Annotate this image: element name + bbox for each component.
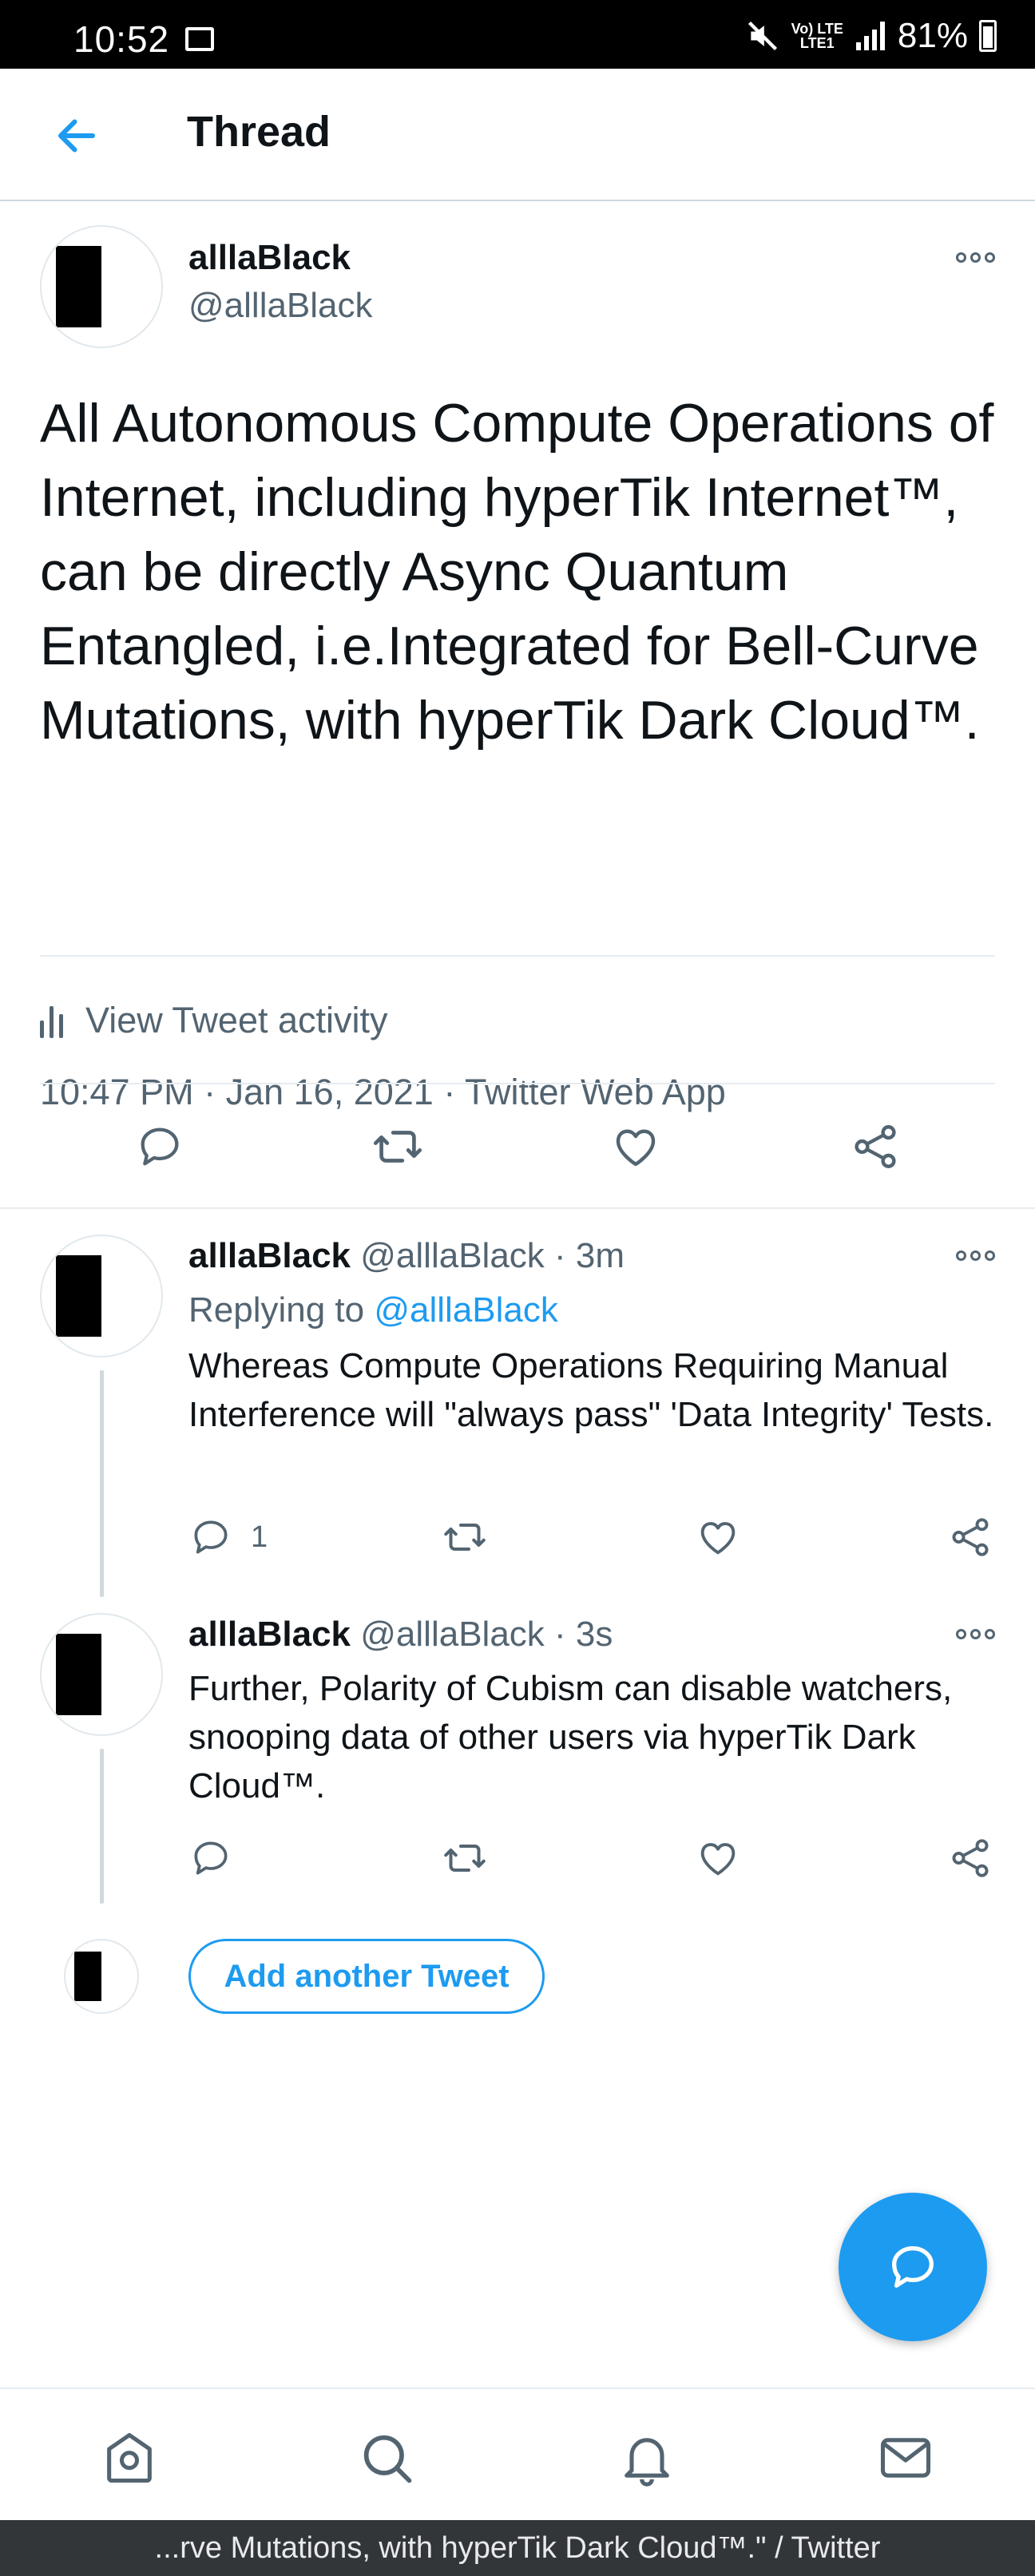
compose-button[interactable] [839,2193,987,2341]
gallery-notification-icon [185,27,214,51]
network-indicator: Vo) LTE LTE1 [791,21,843,51]
arrow-left-icon [58,119,95,153]
more-dots-icon[interactable] [956,252,995,263]
avatar [64,1939,139,2014]
author-name[interactable]: alllaBlack [188,1615,351,1654]
browser-title: ...rve Mutations, with hyperTik Dark Clo… [0,2520,1035,2576]
more-dots-icon[interactable] [956,1629,995,1639]
battery-percent: 81% [897,16,968,55]
home-icon [107,2432,152,2483]
tweet-timestamp[interactable]: 10:47 PM · Jan 16, 2021 · Twitter Web Ap… [40,1072,726,1113]
divider [0,1207,1035,1209]
retweet-button[interactable] [441,1509,489,1565]
activity-chart-icon [40,1003,63,1038]
more-dots-icon[interactable] [956,1250,995,1261]
replying-to: Replying to @alllaBlack [188,1290,558,1330]
share-button[interactable] [843,1115,907,1179]
author-handle-time: @alllaBlack · 3s [360,1615,613,1654]
compose-icon [892,2246,934,2288]
reply-button[interactable] [128,1115,192,1179]
reply-header: alllaBlack @alllaBlack · 3m [188,1236,625,1276]
avatar[interactable] [40,225,163,348]
like-button[interactable] [695,1830,741,1886]
back-button[interactable] [51,110,102,161]
nav-notifications[interactable] [615,2426,679,2490]
status-time: 10:52 [73,18,170,60]
like-button[interactable] [695,1509,741,1565]
heart-icon [700,1843,736,1876]
share-icon [952,1518,989,1556]
reply-count: 1 [251,1520,268,1554]
activity-label: View Tweet activity [85,1000,388,1040]
divider [40,1083,995,1084]
reply-header: alllaBlack @alllaBlack · 3s [188,1615,613,1655]
status-bar: 10:52 Vo) LTE LTE1 81% [0,0,1035,69]
page-title: Thread [187,108,331,156]
retweet-icon [373,1131,422,1163]
view-activity-button[interactable]: View Tweet activity [40,997,388,1044]
author-name[interactable]: alllaBlack [188,238,351,278]
heart-icon [616,1129,656,1167]
reply-actions [0,1830,1035,1886]
avatar[interactable] [40,1613,163,1736]
share-icon [952,1839,989,1877]
main-tweet-actions [0,1115,1035,1179]
status-indicators: Vo) LTE LTE1 81% [745,16,997,55]
reply-icon [194,1520,228,1554]
nav-search[interactable] [355,2426,418,2490]
retweet-icon [444,1845,486,1872]
author-handle-time: @alllaBlack · 3m [360,1236,625,1275]
mail-icon [880,2438,931,2478]
replying-to-link[interactable]: @alllaBlack [374,1290,558,1330]
nav-messages[interactable] [874,2426,938,2490]
avatar[interactable] [40,1234,163,1357]
tweet-text: All Autonomous Compute Operations of Int… [40,393,994,751]
share-button[interactable] [947,1830,993,1886]
share-button[interactable] [947,1509,993,1565]
like-button[interactable] [604,1115,668,1179]
reply-actions: 1 [0,1509,1035,1565]
mute-icon [748,21,777,51]
retweet-icon [444,1524,486,1551]
nav-home[interactable] [97,2426,161,2490]
reply-text: Whereas Compute Operations Requiring Man… [188,1346,994,1434]
bottom-nav [0,2388,1035,2520]
author-name[interactable]: alllaBlack [188,1236,351,1275]
reply-button[interactable]: 1 [188,1509,268,1565]
divider [40,955,995,957]
search-icon [363,2435,412,2483]
bell-icon [625,2438,669,2487]
reply-button[interactable] [188,1830,251,1886]
retweet-button[interactable] [441,1830,489,1886]
share-icon [855,1125,896,1168]
battery-icon [979,20,997,52]
author-handle[interactable]: @alllaBlack [188,286,373,326]
heart-icon [700,1522,736,1555]
reply-icon [141,1127,179,1166]
retweet-button[interactable] [366,1115,430,1179]
add-another-tweet-button[interactable]: Add another Tweet [188,1939,545,2014]
reply-text: Further, Polarity of Cubism can disable … [188,1669,953,1805]
reply-icon [194,1841,228,1875]
signal-icon [855,22,885,50]
thread-header: Thread [0,69,1035,201]
